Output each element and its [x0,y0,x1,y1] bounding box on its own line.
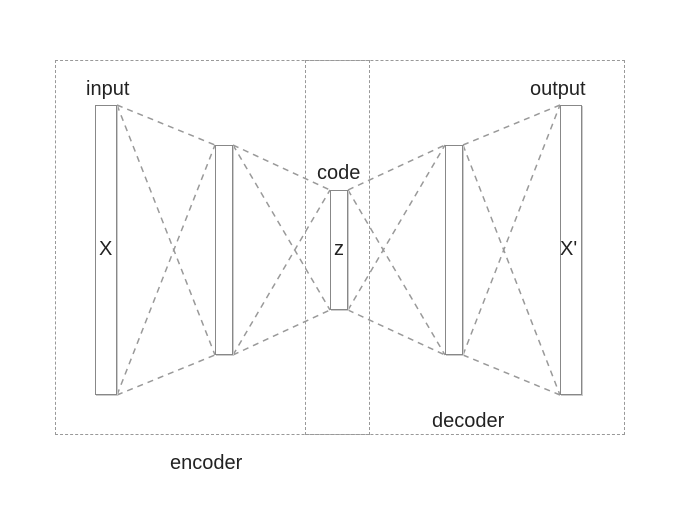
X-label: X [99,238,112,261]
encoder-hidden-layer-box [215,145,233,355]
encoder-label: encoder [170,452,242,475]
Xprime-label: X' [560,238,577,261]
diagram-canvas: input code output encoder decoder X z X' [0,0,677,506]
code-label: code [317,162,360,185]
input-label: input [86,78,129,101]
decoder-label: decoder [432,410,504,433]
output-label: output [530,78,586,101]
decoder-hidden-layer-box [445,145,463,355]
z-label: z [334,238,344,261]
